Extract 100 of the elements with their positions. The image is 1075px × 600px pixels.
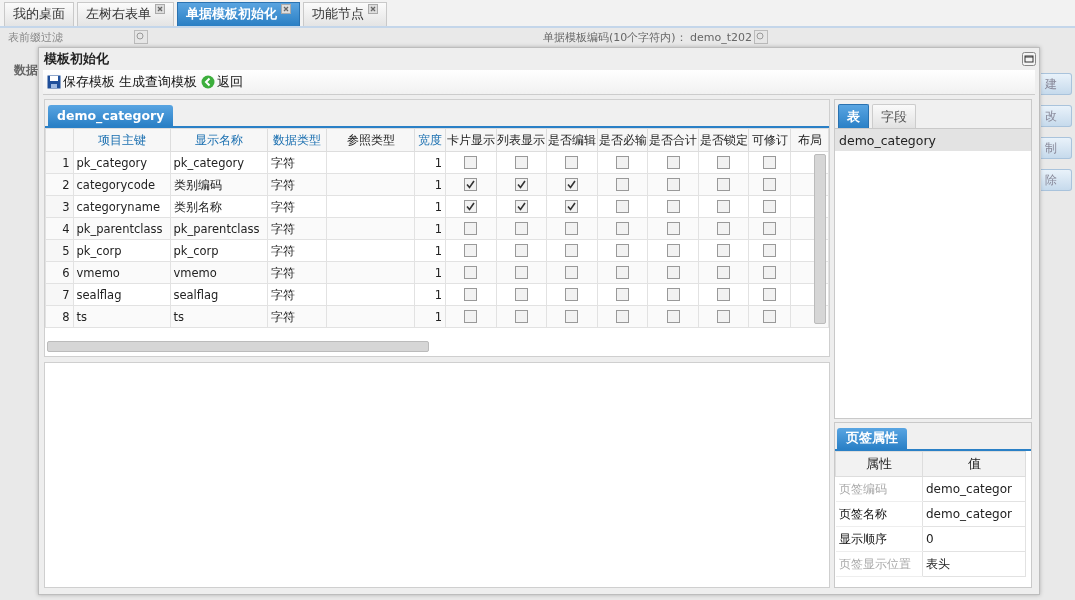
checkbox[interactable] xyxy=(763,266,777,279)
checkbox[interactable] xyxy=(565,156,579,169)
checkbox[interactable] xyxy=(616,178,629,191)
page-tab[interactable]: 我的桌面 xyxy=(4,2,74,26)
table-cell: 1 xyxy=(434,309,442,324)
checkbox[interactable] xyxy=(616,156,629,169)
checkbox[interactable] xyxy=(763,156,777,169)
page-tab[interactable]: 左树右表单 xyxy=(77,2,174,26)
table-cell: 字符 xyxy=(271,177,296,192)
checkbox[interactable] xyxy=(666,266,680,279)
checkbox[interactable] xyxy=(514,244,528,257)
column-header: 值 xyxy=(967,455,981,471)
property-value: 0 xyxy=(926,532,934,546)
table-cell: pk_corp xyxy=(76,243,122,258)
list-item[interactable]: demo_category xyxy=(835,129,1031,151)
vertical-scrollbar[interactable] xyxy=(814,154,826,324)
checkbox[interactable] xyxy=(565,200,579,213)
table-tab[interactable]: demo_category xyxy=(48,105,174,126)
checkbox[interactable] xyxy=(763,200,777,213)
table-cell: pk_category xyxy=(173,155,245,170)
toolbar-button[interactable]: 返回 xyxy=(201,73,243,91)
close-icon[interactable] xyxy=(155,3,165,14)
row-number: 5 xyxy=(62,243,70,258)
checkbox[interactable] xyxy=(514,222,528,235)
checkbox[interactable] xyxy=(464,310,478,323)
checkbox[interactable] xyxy=(763,178,777,191)
checkbox[interactable] xyxy=(763,222,777,235)
table-cell: vmemo xyxy=(76,265,120,280)
checkbox[interactable] xyxy=(666,244,680,257)
checkbox[interactable] xyxy=(464,244,478,257)
column-header: 可修订 xyxy=(751,132,788,147)
checkbox[interactable] xyxy=(666,288,680,301)
checkbox[interactable] xyxy=(464,178,478,191)
table-cell: categorycode xyxy=(76,177,156,192)
checkbox[interactable] xyxy=(717,288,731,301)
checkbox[interactable] xyxy=(666,178,680,191)
checkbox[interactable] xyxy=(717,222,731,235)
table-cell: pk_parentclass xyxy=(173,221,260,236)
table-cell: 字符 xyxy=(271,199,296,214)
checkbox[interactable] xyxy=(763,244,777,257)
checkbox[interactable] xyxy=(763,310,777,323)
checkbox[interactable] xyxy=(464,266,478,279)
checkbox[interactable] xyxy=(464,156,478,169)
checkbox[interactable] xyxy=(565,288,579,301)
checkbox[interactable] xyxy=(717,178,731,191)
checkbox[interactable] xyxy=(616,200,629,213)
table-cell: sealflag xyxy=(173,287,219,302)
checkbox[interactable] xyxy=(565,310,579,323)
checkbox[interactable] xyxy=(717,310,731,323)
checkbox[interactable] xyxy=(565,244,579,257)
horizontal-scrollbar[interactable] xyxy=(47,341,429,352)
close-icon[interactable] xyxy=(368,3,378,14)
checkbox[interactable] xyxy=(717,156,731,169)
row-number: 7 xyxy=(62,287,70,302)
template-code-label: 单据模板编码(10个字符内)： demo_t202 xyxy=(543,30,753,44)
column-header: 列表显示 xyxy=(497,132,546,147)
checkbox[interactable] xyxy=(666,156,680,169)
checkbox[interactable] xyxy=(666,310,680,323)
toolbar-button[interactable]: 生成查询模板 xyxy=(119,73,197,91)
column-header: 是否必输 xyxy=(598,132,647,147)
panel-tab[interactable]: 字段 xyxy=(872,104,916,128)
checkbox[interactable] xyxy=(514,310,528,323)
close-icon[interactable] xyxy=(281,3,291,14)
checkbox[interactable] xyxy=(616,244,629,257)
checkbox[interactable] xyxy=(717,266,731,279)
table-cell: ts xyxy=(76,309,88,324)
table-cell: 字符 xyxy=(271,221,296,236)
checkbox[interactable] xyxy=(717,244,731,257)
checkbox[interactable] xyxy=(514,288,528,301)
page-tab[interactable]: 功能节点 xyxy=(303,2,387,26)
checkbox[interactable] xyxy=(717,200,731,213)
checkbox[interactable] xyxy=(464,222,478,235)
checkbox[interactable] xyxy=(514,178,528,191)
restore-icon[interactable] xyxy=(1022,52,1036,66)
checkbox[interactable] xyxy=(616,288,629,301)
checkbox[interactable] xyxy=(464,200,478,213)
table-cell: sealflag xyxy=(76,287,122,302)
table-cell: pk_corp xyxy=(173,243,219,258)
checkbox[interactable] xyxy=(514,200,528,213)
checkbox[interactable] xyxy=(514,156,528,169)
row-number: 4 xyxy=(62,221,70,236)
column-header: 是否锁定 xyxy=(699,132,748,147)
checkbox[interactable] xyxy=(616,266,629,279)
column-header: 布局 xyxy=(797,132,822,147)
column-header: 属性 xyxy=(866,455,892,471)
table-cell: categoryname xyxy=(76,199,160,214)
checkbox[interactable] xyxy=(565,222,579,235)
checkbox[interactable] xyxy=(464,288,478,301)
checkbox[interactable] xyxy=(763,288,777,301)
checkbox[interactable] xyxy=(565,178,579,191)
toolbar-button[interactable]: 保存模板 xyxy=(47,73,115,91)
checkbox[interactable] xyxy=(514,266,528,279)
checkbox[interactable] xyxy=(666,222,680,235)
checkbox[interactable] xyxy=(666,200,680,213)
checkbox[interactable] xyxy=(565,266,579,279)
checkbox[interactable] xyxy=(616,310,629,323)
table-cell: 字符 xyxy=(271,309,296,324)
checkbox[interactable] xyxy=(616,222,629,235)
row-number: 3 xyxy=(62,199,70,214)
table-cell: pk_parentclass xyxy=(76,221,163,236)
